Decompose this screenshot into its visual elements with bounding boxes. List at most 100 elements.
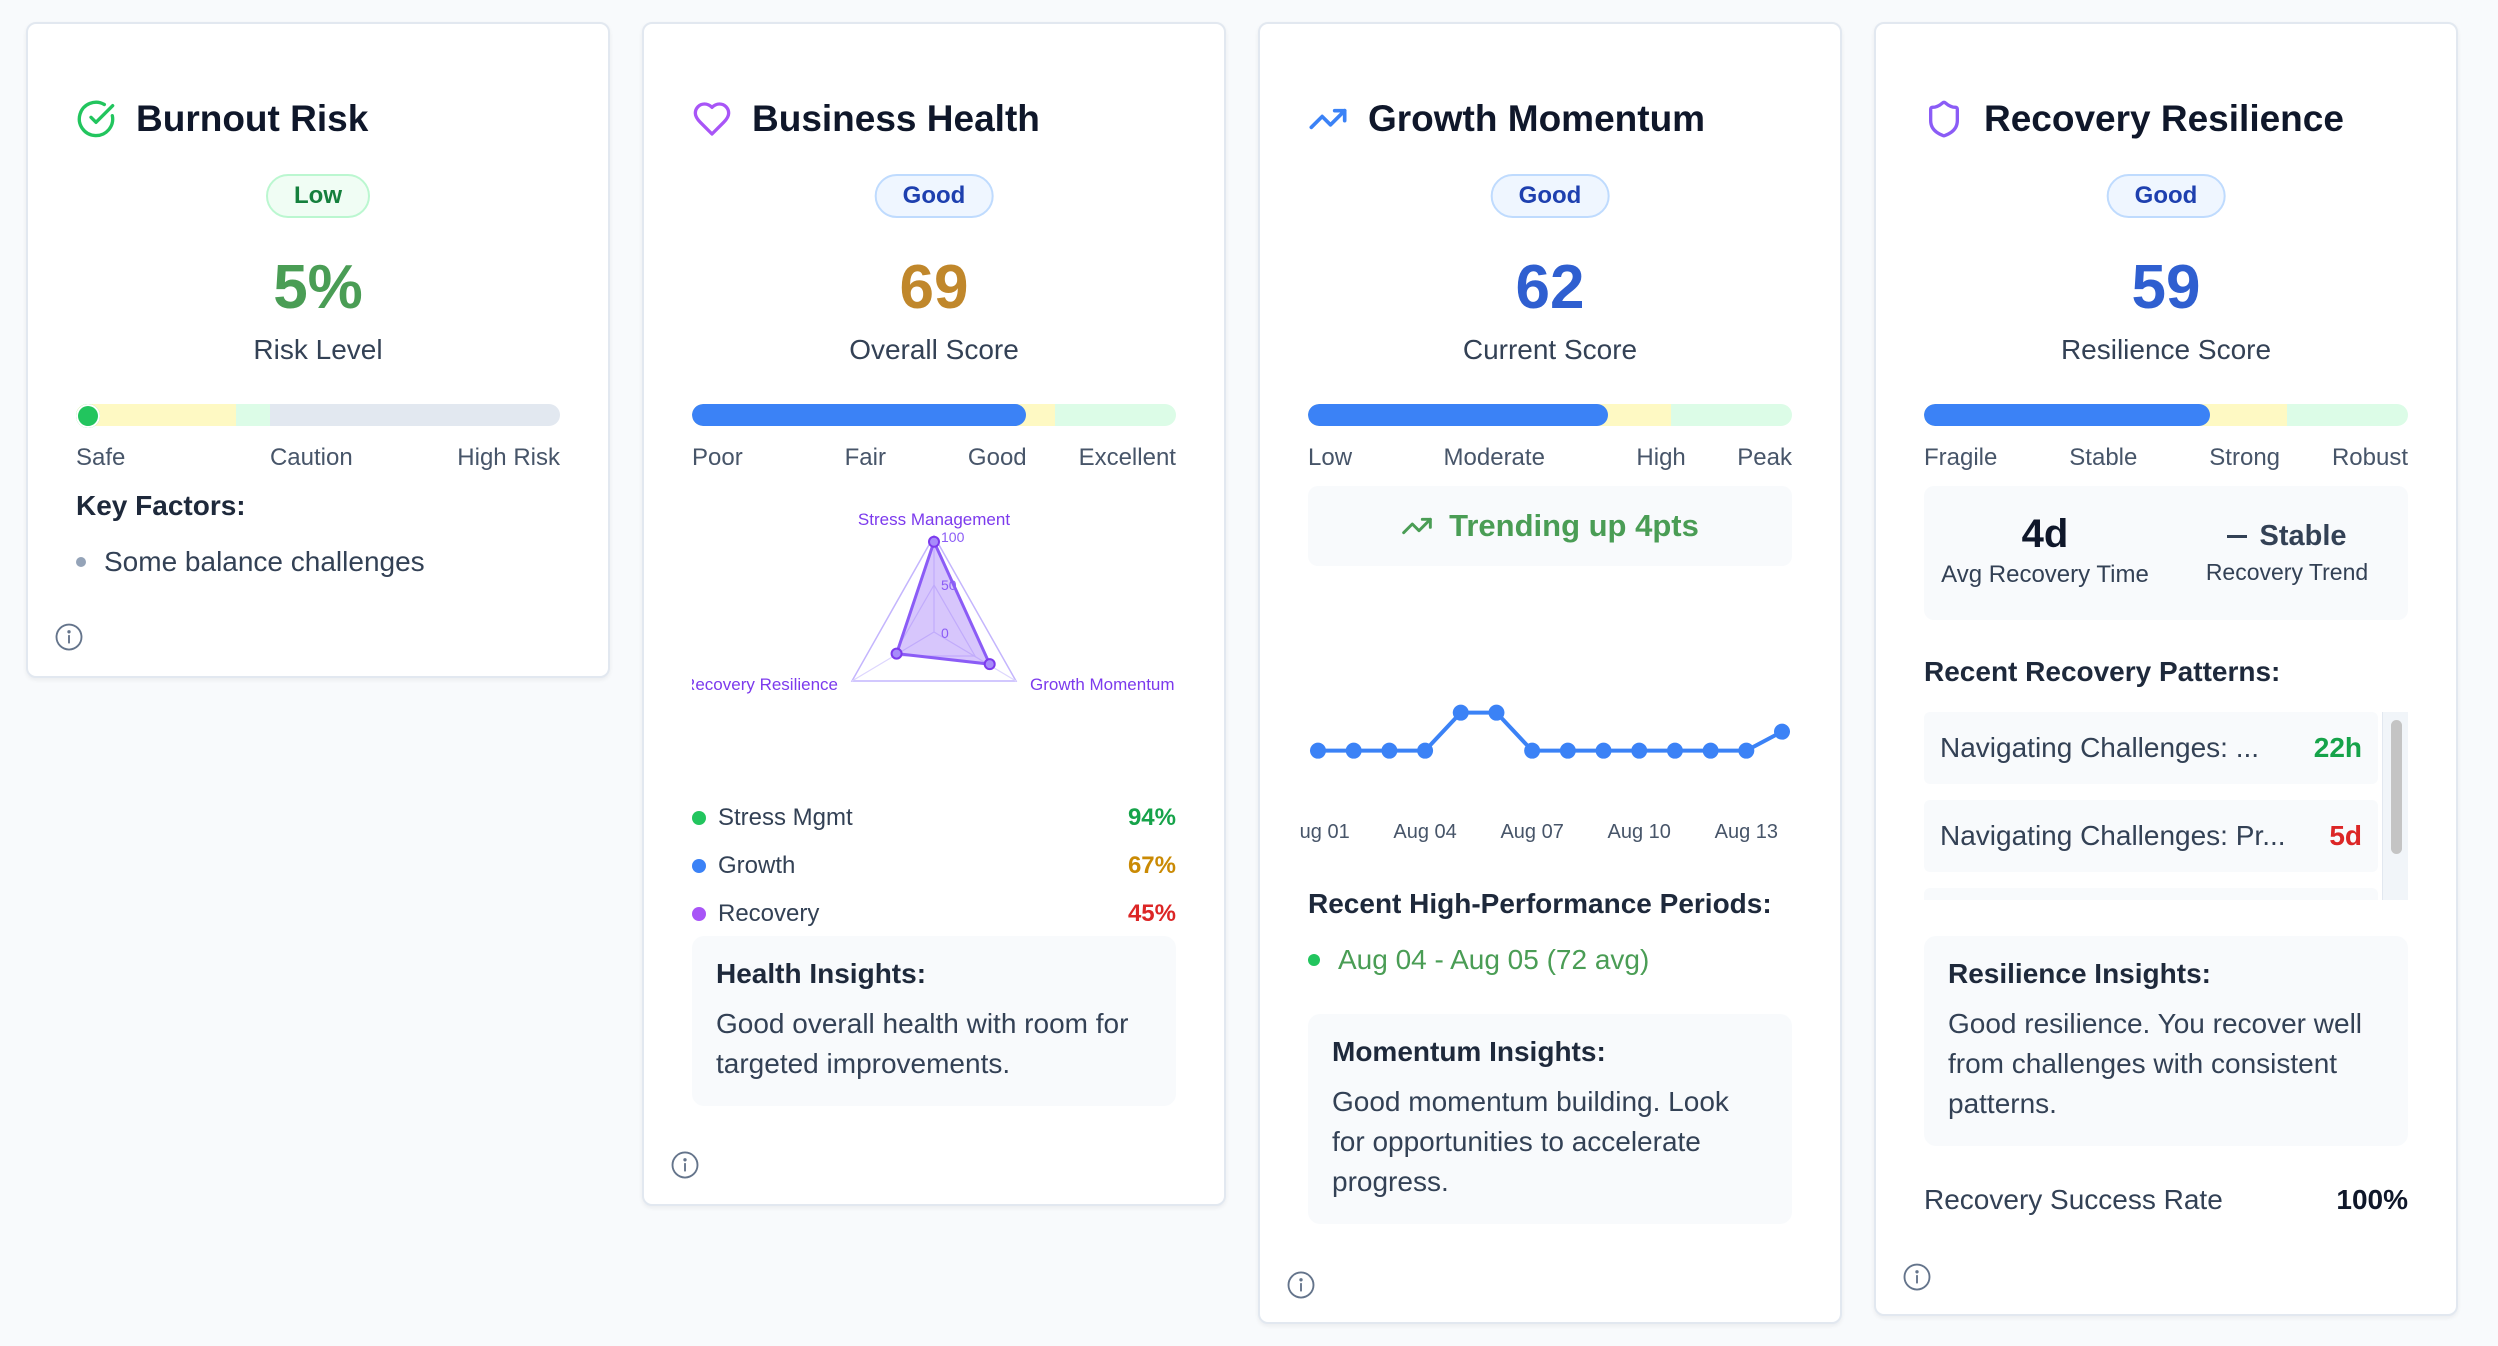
- x-tick-label: Aug 10: [1608, 821, 1671, 843]
- resilience-score-label: Resilience Score: [2060, 334, 2272, 365]
- scale-label-robust: Robust: [2331, 444, 2408, 471]
- recovery-patterns-title: Recent Recovery Patterns:: [1924, 656, 2281, 687]
- resilience-score-value: 59: [2131, 253, 2201, 322]
- risk-value-label: Risk Level: [253, 334, 383, 365]
- pattern-duration: 5d: [2329, 820, 2362, 851]
- growth-data-point[interactable]: [1452, 704, 1469, 721]
- growth-data-point[interactable]: [1417, 742, 1434, 759]
- scale-label-excellent: Excellent: [1078, 444, 1176, 471]
- growth-data-point[interactable]: [1595, 742, 1612, 759]
- growth-data-point[interactable]: [1345, 742, 1362, 759]
- radar-point[interactable]: [983, 658, 996, 671]
- avg-recovery-stat: 4d Avg Recovery Time: [1924, 486, 2166, 620]
- growth-card-header: Growth Momentum: [1308, 98, 1705, 140]
- metric-label: Stress Mgmt: [718, 804, 853, 831]
- recovery-trend-label: Recovery Trend: [2205, 559, 2369, 585]
- recovery-patterns-list[interactable]: Navigating Challenges: ... 22h Navigatin…: [1924, 712, 2408, 900]
- health-radar-chart: 100 50 0 Stress Management Recovery Resi…: [692, 510, 1175, 694]
- metric-dot: [692, 811, 706, 825]
- shield-icon: [1929, 100, 1959, 138]
- info-icon[interactable]: [670, 1150, 700, 1180]
- radar-tick-label: 50: [941, 577, 957, 593]
- radar-point[interactable]: [928, 535, 940, 548]
- metric-dot: [692, 859, 706, 873]
- health-insights-box: Health Insights: Good overall health wit…: [692, 936, 1176, 1106]
- growth-progress-bar: [1308, 404, 1792, 426]
- insights-body: Good resilience. You recover well from c…: [1948, 1008, 2363, 1119]
- trending-up-icon: [1402, 517, 1432, 535]
- bullet-dot: [1308, 954, 1320, 966]
- business-health-card: Business Health Good 69 Overall Score Po…: [642, 22, 1226, 1206]
- health-progress-bar: [692, 404, 1176, 426]
- growth-data-point[interactable]: [1488, 704, 1505, 721]
- x-tick-label: Aug 13: [1715, 821, 1778, 843]
- scale-label-strong: Strong: [2209, 444, 2281, 471]
- burnout-card-header: Burnout Risk: [76, 98, 368, 140]
- insights-title: Momentum Insights:: [1332, 1036, 1606, 1067]
- resilience-progress-bar: [1924, 404, 2408, 426]
- growth-data-point[interactable]: [1524, 742, 1541, 759]
- growth-score-value: 62: [1515, 253, 1585, 322]
- success-rate-value: 100%: [2336, 1184, 2408, 1215]
- radar-axis-label-stress: Stress Management: [858, 510, 1010, 529]
- x-tick-label: Aug 07: [1500, 821, 1563, 843]
- bullet-dot: [76, 557, 86, 567]
- radar-point[interactable]: [890, 647, 903, 660]
- growth-scale: Low Moderate High Peak: [1308, 444, 1792, 472]
- scrollbar-track[interactable]: [2382, 712, 2408, 900]
- health-card-header: Business Health: [692, 98, 1040, 140]
- scale-label-low: Low: [1308, 444, 1353, 471]
- growth-data-point[interactable]: [1310, 742, 1326, 759]
- avg-recovery-label: Avg Recovery Time: [1941, 561, 2149, 588]
- pattern-duration: 22h: [2313, 732, 2362, 763]
- pattern-row-partial[interactable]: [1924, 888, 2378, 900]
- insights-title: Health Insights:: [716, 958, 927, 989]
- health-progress-fill: [692, 404, 1026, 426]
- recovery-trend-stat: Stable Recovery Trend: [2166, 486, 2408, 620]
- growth-data-point[interactable]: [1559, 742, 1576, 759]
- scale-label-moderate: Moderate: [1443, 444, 1545, 471]
- card-title: Business Health: [752, 98, 1040, 139]
- radar-data-area: [894, 537, 993, 666]
- growth-data-point[interactable]: [1381, 742, 1398, 759]
- risk-scale: Safe Caution High Risk: [76, 444, 560, 472]
- key-factor-item: Some balance challenges: [76, 546, 425, 578]
- growth-data-point[interactable]: [1774, 723, 1790, 740]
- metric-row-stress: Stress Mgmt 94%: [692, 794, 1176, 842]
- growth-progress-fill: [1308, 404, 1609, 426]
- recovery-resilience-card: Recovery Resilience Good 59 Resilience S…: [1874, 22, 2458, 1316]
- pattern-row[interactable]: Navigating Challenges: ... 22h: [1924, 712, 2378, 784]
- risk-level-marker: [76, 404, 100, 428]
- scrollbar-thumb[interactable]: [2391, 720, 2402, 854]
- trending-up-icon: [1309, 108, 1347, 130]
- burnout-risk-card: Burnout Risk Low 5% Risk Level Safe Caut…: [26, 22, 610, 678]
- heart-icon: [693, 102, 731, 136]
- status-badge: Good: [2106, 174, 2226, 218]
- pattern-label: Navigating Challenges: ...: [1940, 732, 2260, 763]
- radar-tick-label: 100: [941, 529, 965, 545]
- info-icon[interactable]: [1286, 1270, 1316, 1300]
- scale-label-good: Good: [967, 444, 1027, 471]
- risk-value: 5%: [273, 253, 363, 322]
- recovery-success-row: Recovery Success Rate 100%: [1924, 1184, 2408, 1216]
- metric-row-recovery: Recovery 45%: [692, 890, 1176, 938]
- momentum-insights-box: Momentum Insights: Good momentum buildin…: [1308, 1014, 1792, 1224]
- growth-data-point[interactable]: [1666, 742, 1683, 759]
- success-rate-label: Recovery Success Rate: [1924, 1184, 2223, 1215]
- growth-line-chart: Aug 01 Aug 04 Aug 07 Aug 10 Aug 13: [1300, 704, 1790, 843]
- info-icon[interactable]: [1902, 1262, 1932, 1292]
- info-icon[interactable]: [54, 622, 84, 652]
- metric-label: Growth: [718, 852, 796, 879]
- pattern-row[interactable]: Navigating Challenges: Pr... 5d: [1924, 800, 2378, 872]
- growth-data-point[interactable]: [1631, 742, 1648, 759]
- metric-value: 67%: [1127, 852, 1176, 879]
- scale-label-high: High: [1636, 444, 1686, 471]
- scale-label-peak: Peak: [1737, 444, 1792, 471]
- scale-label-poor: Poor: [692, 444, 743, 471]
- status-badge: Low: [266, 174, 370, 218]
- growth-data-point[interactable]: [1738, 742, 1755, 759]
- growth-data-point[interactable]: [1702, 742, 1719, 759]
- insights-body: Good overall health with room for target…: [716, 1008, 1129, 1079]
- minus-icon: [2227, 535, 2248, 538]
- growth-score-label: Current Score: [1462, 334, 1638, 365]
